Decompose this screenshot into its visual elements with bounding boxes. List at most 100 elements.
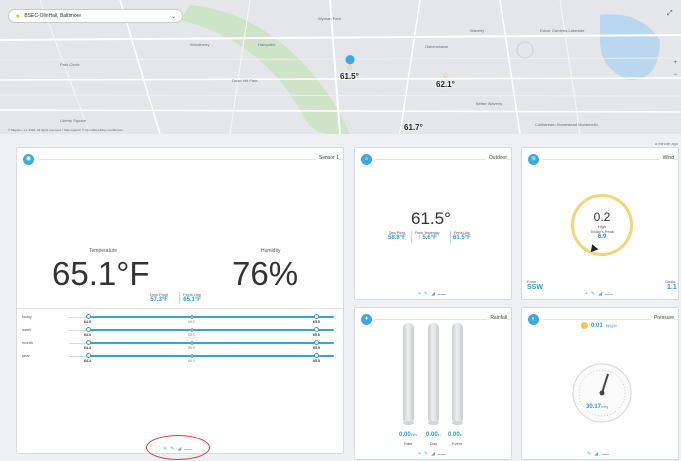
rain-day-value: 0.00in — [426, 432, 440, 438]
range-min-value: 64.4 — [84, 346, 91, 350]
map-place-label: Ednor Gardens-Lakeside — [540, 28, 585, 33]
chart-icon[interactable]: ◢ — [594, 451, 598, 457]
last-updated: a minute ago — [654, 141, 678, 146]
range-mid-value: 65.0 — [188, 333, 195, 337]
range-row-year: year 64.4 65.0 65.5 — [20, 353, 338, 363]
range-mid-marker — [191, 315, 193, 319]
outdoor-temperature: 61.5° — [411, 209, 451, 228]
card-divider — [37, 159, 343, 160]
edit-icon[interactable]: ✎ — [587, 451, 591, 457]
chevron-down-icon: ⌄ — [170, 13, 176, 20]
rain-day-label: Day — [430, 441, 438, 446]
range-max-knob[interactable] — [314, 353, 319, 358]
rain-rate-label: Rate — [404, 441, 413, 446]
map-pin-value[interactable]: 61.7° — [404, 123, 423, 132]
map-place-label: Better Waverly — [476, 101, 503, 106]
outdoor-feels-like: Feels Like 61.5°F — [453, 231, 471, 241]
wind-speed: 0.2 — [593, 210, 611, 224]
pressure-number: 30.17 — [586, 404, 602, 410]
edit-icon[interactable]: ✎ — [424, 291, 428, 297]
map-place-label: Liberty Square — [60, 118, 87, 123]
wind-peak-value: 6.9 — [597, 234, 607, 240]
pressure-trend: 0.01 inHg/hr — [581, 322, 617, 329]
rain-event-value: 0.00in — [448, 432, 462, 438]
feels-like-stat: Feels Like 65.1°F — [183, 292, 201, 303]
map-place-label: Hampden — [258, 42, 276, 47]
barometer-dial — [572, 363, 632, 423]
raindrop-icon: ♦ — [361, 314, 372, 325]
range-label: month — [22, 340, 34, 345]
range-label: today — [22, 314, 32, 319]
outdoor-card-toolbar: + ✎ ◢ — [418, 291, 446, 297]
pressure-value: 30.17inHg — [586, 404, 608, 410]
feels-like-value: 65.1°F — [183, 297, 201, 303]
wind-icon: ≋ — [528, 154, 539, 165]
range-max-knob[interactable] — [314, 340, 319, 345]
rain-event-label: Event — [452, 441, 463, 446]
range-min-knob[interactable] — [86, 340, 91, 345]
range-min-knob[interactable] — [86, 314, 91, 319]
dashboard-page: ★ BSEC-OlinHall, Baltimore ⌄ Woodberry H… — [0, 0, 681, 461]
humidity-label: Humidity — [261, 248, 281, 254]
map-pin-icon[interactable]: ⬤ — [345, 55, 355, 64]
station-map[interactable]: ★ BSEC-OlinHall, Baltimore ⌄ Woodberry H… — [0, 0, 681, 134]
stat-divider — [179, 292, 180, 304]
dew-point-value: 58.8°F — [388, 235, 406, 241]
rain-rate-gauge — [403, 323, 414, 423]
edit-icon[interactable]: ✎ — [591, 291, 595, 297]
pressure-unit: inHg — [601, 405, 609, 409]
add-icon[interactable]: + — [418, 451, 421, 457]
zoom-in-icon[interactable]: + — [673, 60, 677, 66]
add-icon[interactable]: + — [418, 291, 421, 297]
card-title: Rainfall — [487, 315, 507, 321]
range-max-knob[interactable] — [314, 327, 319, 332]
outdoor-dew-point: Dew Point 58.8°F — [388, 231, 406, 241]
temperature-label: Temperature — [89, 248, 118, 254]
range-min-value: 64.4 — [84, 359, 91, 363]
station-selector[interactable]: ★ BSEC-OlinHall, Baltimore ⌄ — [8, 9, 183, 23]
range-max-value: 65.5 — [313, 320, 320, 324]
chart-icon[interactable]: ◢ — [598, 291, 602, 297]
card-title: Outdoor — [485, 155, 507, 161]
wind-from-value: SSW — [527, 284, 543, 291]
map-place-label: Druid Hill Park — [232, 78, 258, 83]
range-row-month: month 64.4 65.0 65.5 — [20, 340, 338, 350]
range-max-knob[interactable] — [314, 314, 319, 319]
map-attribution[interactable]: © Mapbox, 1-1 2025. All rights reserved.… — [8, 128, 123, 132]
range-label: year — [22, 353, 30, 358]
temperature-value: 65.1°F — [52, 255, 150, 292]
map-place-label: Woodberry — [190, 42, 210, 47]
map-place-label: Wyman Park — [318, 16, 341, 21]
rain-day-number: 0.00 — [426, 432, 438, 438]
section-divider — [17, 308, 343, 309]
rainfall-card-toolbar: + ✎ ◢ — [418, 451, 446, 457]
toolbar-divider — [437, 453, 446, 455]
card-title: Sensor 1 — [315, 155, 339, 161]
range-fill — [88, 342, 334, 344]
range-mid-marker — [191, 328, 193, 332]
range-mid-value: 65.0 — [188, 359, 195, 363]
expand-icon[interactable]: ⤢ — [667, 10, 677, 20]
edit-icon[interactable]: ✎ — [424, 451, 428, 457]
rain-event-gauge — [452, 323, 463, 423]
map-pin-value[interactable]: 61.5° — [340, 72, 359, 81]
map-pin-value[interactable]: 62.1° — [436, 80, 455, 89]
chart-icon[interactable]: ◢ — [431, 291, 435, 297]
card-title: Pressure — [650, 315, 674, 321]
range-min-knob[interactable] — [86, 353, 91, 358]
card-divider — [542, 159, 678, 160]
rain-event-unit: in — [459, 433, 463, 437]
chart-icon[interactable]: ◢ — [431, 451, 435, 457]
add-icon[interactable]: + — [585, 291, 588, 297]
zoom-out-icon[interactable]: − — [673, 72, 677, 78]
range-mid-marker — [191, 341, 193, 345]
map-place-label: Waverly — [470, 28, 485, 33]
range-min-value: 64.5 — [84, 320, 91, 324]
pressure-icon: ◐ — [528, 314, 539, 325]
range-min-knob[interactable] — [86, 327, 91, 332]
feels-like-value: 61.5°F — [453, 235, 471, 241]
toolbar-divider — [437, 293, 446, 295]
pressure-trend-dot-icon — [581, 322, 588, 329]
rain-event-number: 0.00 — [448, 432, 460, 438]
range-mid-marker — [191, 354, 193, 358]
